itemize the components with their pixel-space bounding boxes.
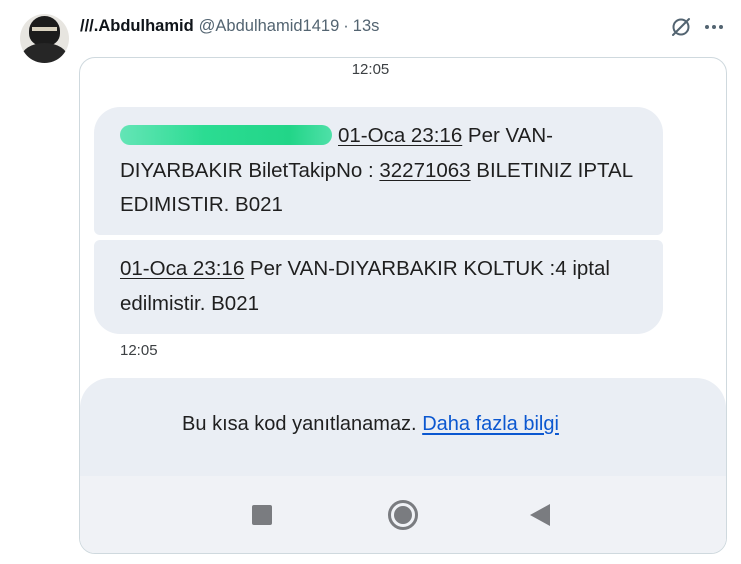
sms-bubble-1: 01-Oca 23:16 Per VAN-DIYARBAKIR BiletTak… (94, 107, 663, 235)
home-circle-icon[interactable] (388, 500, 418, 530)
avatar-headband (32, 27, 57, 31)
recents-square-icon[interactable] (252, 505, 272, 525)
avatar[interactable] (20, 14, 69, 63)
more-horizontal-icon[interactable] (702, 15, 726, 39)
separator-dot: · (343, 16, 349, 35)
avatar-hooded-figure (29, 16, 60, 46)
sms-date-link[interactable]: 01-Oca 23:16 (120, 257, 244, 280)
grok-slash-circle-icon[interactable] (669, 15, 693, 39)
post-header: ///.Abdulhamid @Abdulhamid1419 · 13s (80, 15, 379, 37)
display-name[interactable]: ///.Abdulhamid (80, 17, 194, 36)
user-handle[interactable]: @Abdulhamid1419 (199, 17, 340, 36)
more-info-link[interactable]: Daha fazla bilgi (422, 413, 559, 435)
redaction-mark (120, 125, 332, 145)
sms-time-top: 12:05 (351, 61, 390, 78)
sms-bubble-2: 01-Oca 23:16 Per VAN-DIYARBAKIR KOLTUK :… (94, 240, 663, 334)
post-timestamp[interactable]: 13s (353, 17, 380, 36)
sms-time-bottom: 12:05 (120, 342, 158, 359)
reply-notice-text: Bu kısa kod yanıtlanamaz. (182, 413, 423, 435)
sms-date-link[interactable]: 01-Oca 23:16 (338, 124, 462, 147)
avatar-shoulders (21, 43, 68, 63)
home-circle-inner (394, 506, 412, 524)
ticket-number-link[interactable]: 32271063 (379, 159, 470, 182)
back-triangle-icon[interactable] (530, 504, 550, 526)
reply-notice: Bu kısa kod yanıtlanamaz. Daha fazla bil… (0, 413, 741, 436)
